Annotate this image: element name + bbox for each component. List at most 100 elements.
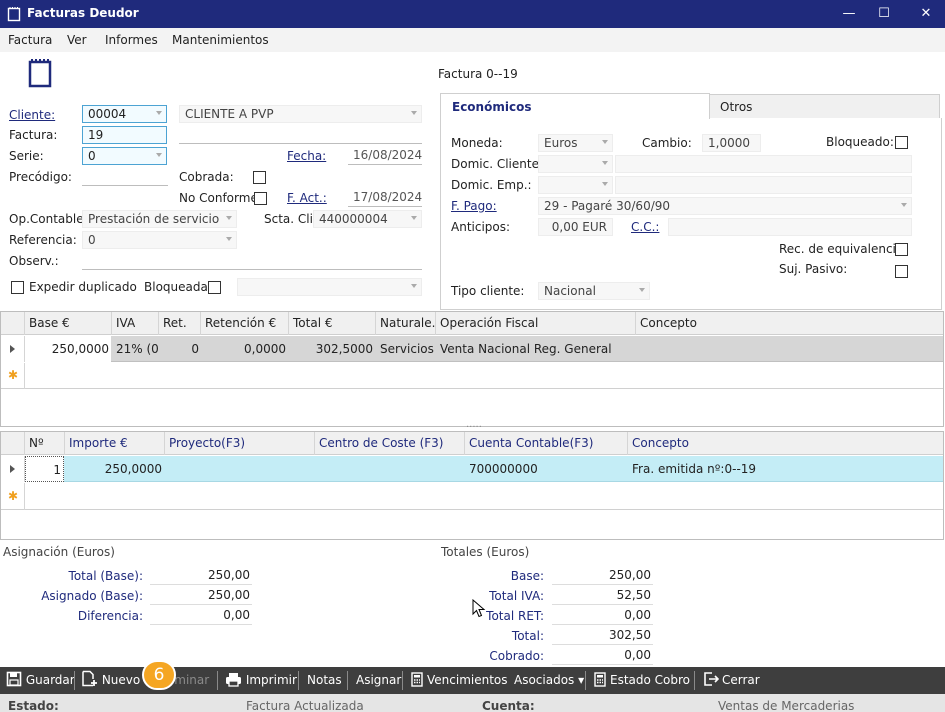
- anticipos-field[interactable]: 0,00 EUR: [538, 218, 613, 236]
- close-button[interactable]: ✕: [907, 0, 945, 28]
- bloqueada-select[interactable]: [237, 278, 422, 296]
- cliente-name-field[interactable]: CLIENTE A PVP: [179, 105, 422, 123]
- cell-concepto-coste[interactable]: Fra. emitida nº:0--19: [632, 456, 940, 482]
- notas-button[interactable]: Notas: [307, 667, 342, 694]
- col-concepto[interactable]: Concepto: [636, 312, 943, 335]
- cell-ret[interactable]: 0: [159, 336, 199, 362]
- fecha-label[interactable]: Fecha:: [287, 149, 326, 163]
- table-row[interactable]: 250,0000 21% (0) 0 0,0000 302,5000 Servi…: [1, 336, 943, 362]
- cc-label[interactable]: C.C.:: [631, 220, 659, 234]
- cost-grid-corner: [1, 432, 25, 455]
- cliente-code-field[interactable]: 00004: [82, 105, 167, 123]
- cell-importe[interactable]: 250,0000: [65, 456, 162, 482]
- suj-pasivo-checkbox[interactable]: [895, 265, 908, 278]
- cell-cuenta-contable[interactable]: 700000000: [469, 456, 627, 482]
- fact-label[interactable]: F. Act.:: [287, 191, 327, 205]
- col-cuenta-contable[interactable]: Cuenta Contable(F3): [465, 432, 628, 455]
- col-operacion-fiscal[interactable]: Operación Fiscal: [436, 312, 636, 335]
- col-retencion[interactable]: Retención €: [201, 312, 289, 335]
- new-row-selector[interactable]: ✱: [1, 363, 25, 389]
- row-pointer-icon: [10, 465, 15, 473]
- cell-numero[interactable]: 1: [25, 456, 64, 482]
- domic-cliente-field[interactable]: [615, 155, 912, 173]
- menu-informes[interactable]: Informes: [105, 33, 158, 47]
- cc-field[interactable]: [668, 218, 912, 236]
- domic-cliente-select[interactable]: [538, 155, 613, 173]
- cell-total[interactable]: 302,5000: [289, 336, 373, 362]
- cobrado-value: 0,00: [552, 647, 653, 665]
- col-iva[interactable]: IVA: [112, 312, 159, 335]
- guardar-button[interactable]: Guardar: [6, 667, 75, 694]
- cell-operacion-fiscal[interactable]: Venta Nacional Reg. General: [440, 336, 635, 362]
- new-row-selector[interactable]: ✱: [1, 483, 25, 510]
- menu-factura[interactable]: Factura: [8, 33, 52, 47]
- maximize-button[interactable]: ☐: [865, 0, 903, 28]
- asignar-button[interactable]: Asignar: [356, 667, 401, 694]
- no-conforme-checkbox[interactable]: [254, 192, 267, 205]
- vencimientos-button[interactable]: Vencimientos: [411, 667, 508, 694]
- cell-iva[interactable]: 21% (0): [116, 336, 158, 362]
- new-row[interactable]: ✱: [1, 363, 943, 389]
- total-iva-value: 52,50: [552, 587, 653, 605]
- cell-retencion[interactable]: 0,0000: [201, 336, 286, 362]
- nuevo-button[interactable]: Nuevo: [81, 667, 140, 694]
- toolbar-separator: [402, 671, 403, 690]
- menu-ver[interactable]: Ver: [67, 33, 87, 47]
- bloqueada-checkbox[interactable]: [208, 281, 221, 294]
- cambio-field[interactable]: 1,0000: [702, 134, 761, 152]
- bloqueada-label: Bloqueada:: [144, 280, 212, 294]
- row-selector[interactable]: [1, 456, 25, 482]
- col-centro-coste[interactable]: Centro de Coste (F3): [315, 432, 465, 455]
- col-naturaleza[interactable]: Naturale...: [376, 312, 436, 335]
- tab-otros[interactable]: Otros: [709, 94, 940, 119]
- op-contable-select[interactable]: Prestación de servicio: [82, 210, 237, 228]
- col-proyecto[interactable]: Proyecto(F3): [165, 432, 315, 455]
- menu-mantenimientos[interactable]: Mantenimientos: [172, 33, 269, 47]
- tab-economicos[interactable]: Económicos: [440, 93, 710, 119]
- asociados-dropdown[interactable]: Asociados ▾: [514, 667, 584, 694]
- domic-emp-field[interactable]: [615, 176, 912, 194]
- moneda-select[interactable]: Euros: [538, 134, 613, 152]
- row-selector[interactable]: [1, 336, 25, 362]
- cell-proyecto[interactable]: [169, 456, 314, 482]
- toolbar-separator: [217, 671, 218, 690]
- fact-field[interactable]: 17/08/2024: [348, 189, 422, 207]
- factura-extra-field[interactable]: [179, 126, 422, 144]
- new-row-star-icon: ✱: [8, 489, 19, 503]
- bloqueado-checkbox[interactable]: [895, 136, 908, 149]
- fpago-label[interactable]: F. Pago:: [451, 199, 497, 213]
- col-concepto-coste[interactable]: Concepto: [628, 432, 943, 455]
- cobrada-label: Cobrada:: [179, 170, 234, 184]
- cliente-label[interactable]: Cliente:: [9, 108, 55, 122]
- domic-emp-select[interactable]: [538, 176, 613, 194]
- rec-equivalencia-checkbox[interactable]: [895, 243, 908, 256]
- cobrada-checkbox[interactable]: [253, 171, 266, 184]
- cell-centro-coste[interactable]: [319, 456, 464, 482]
- col-importe[interactable]: Importe €: [65, 432, 165, 455]
- serie-field[interactable]: 0: [82, 147, 167, 165]
- col-total[interactable]: Total €: [289, 312, 376, 335]
- col-base[interactable]: Base €: [25, 312, 112, 335]
- table-row[interactable]: 1 250,0000 700000000 Fra. emitida nº:0--…: [1, 456, 943, 482]
- expedir-duplicado-checkbox[interactable]: [11, 281, 24, 294]
- imprimir-button[interactable]: Imprimir: [225, 667, 297, 694]
- cell-base[interactable]: 250,0000: [25, 336, 111, 362]
- factura-number-field[interactable]: 19: [82, 126, 167, 144]
- referencia-select[interactable]: 0: [82, 231, 237, 249]
- fecha-field[interactable]: 16/08/2024: [348, 147, 422, 165]
- tipo-cliente-select[interactable]: Nacional: [538, 282, 650, 300]
- col-ret[interactable]: Ret.: [159, 312, 201, 335]
- estado-cobro-button[interactable]: Estado Cobro: [594, 667, 690, 694]
- fpago-select[interactable]: 29 - Pagaré 30/60/90: [538, 197, 912, 215]
- cell-concepto[interactable]: [640, 336, 940, 362]
- grid-splitter[interactable]: .....: [466, 420, 482, 430]
- col-numero[interactable]: Nº: [25, 432, 65, 455]
- observ-field[interactable]: [82, 252, 422, 270]
- cerrar-button[interactable]: Cerrar: [703, 667, 760, 694]
- minimize-button[interactable]: —: [830, 0, 868, 28]
- row-pointer-icon: [10, 345, 15, 353]
- cell-naturaleza[interactable]: Servicios: [380, 336, 436, 362]
- scta-select[interactable]: 440000004: [313, 210, 422, 228]
- precodigo-field[interactable]: [82, 168, 168, 186]
- new-row[interactable]: ✱: [1, 483, 943, 510]
